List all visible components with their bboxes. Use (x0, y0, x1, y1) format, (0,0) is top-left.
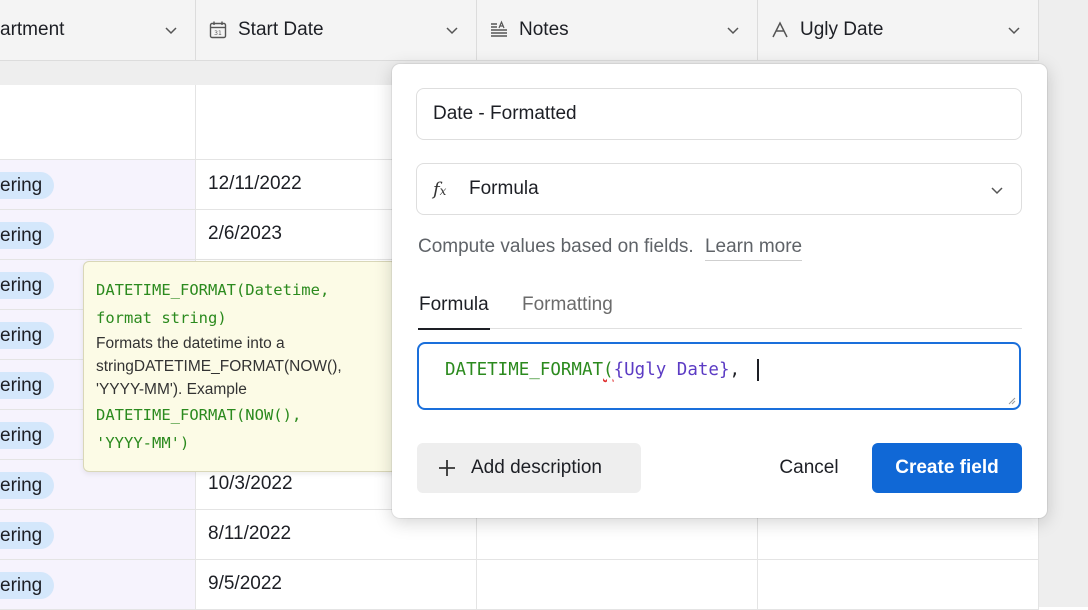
table-cell-department[interactable]: ering (0, 560, 196, 610)
signature-line: DATETIME_FORMAT(Datetime, (96, 281, 330, 299)
start-date-value: 10/3/2022 (208, 473, 293, 494)
formula-fx-icon: fx (433, 178, 447, 200)
helper-description: Compute values based on fields. (418, 236, 694, 257)
description-line: 'YYYY-MM'). Example (96, 381, 247, 398)
department-pill: ering (0, 222, 55, 249)
table-cell-department[interactable]: ering (0, 210, 196, 260)
column-header-label: Start Date (238, 19, 324, 40)
create-field-dialog: fx Formula Compute values based on field… (392, 64, 1047, 518)
start-date-value: 12/11/2022 (208, 173, 302, 194)
description-line: Formats the datetime into a (96, 335, 285, 352)
department-pill: ering (0, 372, 55, 399)
column-header-row: artment 31 Start Date Notes Ugly Date (0, 0, 1088, 61)
start-date-value: 2/6/2023 (208, 223, 282, 244)
text-caret (756, 359, 759, 381)
long-text-icon (489, 20, 509, 40)
function-example: DATETIME_FORMAT(NOW(), 'YYYY-MM') (96, 401, 384, 457)
field-name-input-wrapper (416, 88, 1022, 140)
formula-tabs: Formula Formatting (418, 292, 1022, 330)
table-cell[interactable] (0, 85, 196, 160)
chevron-down-icon[interactable] (444, 22, 460, 38)
column-header-label: Ugly Date (800, 19, 884, 40)
create-field-button[interactable]: Create field (872, 443, 1022, 493)
department-pill: ering (0, 472, 55, 499)
department-pill: ering (0, 572, 55, 599)
department-pill: ering (0, 322, 55, 349)
svg-text:31: 31 (214, 30, 222, 37)
add-description-button[interactable]: Add description (417, 443, 641, 493)
description-line: stringDATETIME_FORMAT(NOW(), (96, 358, 342, 375)
table-cell-ugly-date[interactable] (758, 560, 1039, 610)
column-header-label: artment (0, 19, 65, 40)
start-date-value: 8/11/2022 (208, 523, 292, 544)
column-header-notes[interactable]: Notes (477, 0, 758, 60)
field-name-input[interactable] (417, 89, 1021, 139)
table-cell-notes[interactable] (477, 560, 758, 610)
field-type-label: Formula (469, 178, 539, 199)
formula-paren-token: ( (603, 360, 614, 380)
chevron-down-icon[interactable] (163, 22, 179, 38)
table-cell-start-date[interactable]: 9/5/2022 (196, 560, 477, 610)
column-header-department[interactable]: artment (0, 0, 196, 60)
chevron-down-icon[interactable] (1006, 22, 1022, 38)
formula-field-reference: {Ugly Date} (613, 360, 730, 380)
function-description: Formats the datetime into a stringDATETI… (96, 332, 384, 401)
table-cell-department[interactable]: ering (0, 510, 196, 560)
start-date-value: 9/5/2022 (208, 573, 282, 594)
formula-help-tooltip: DATETIME_FORMAT(Datetime, format string)… (83, 261, 397, 472)
department-pill: ering (0, 172, 55, 199)
resize-handle-icon[interactable] (1008, 397, 1016, 405)
field-type-select[interactable]: fx Formula (416, 163, 1022, 215)
chevron-down-icon[interactable] (725, 22, 741, 38)
plus-icon (439, 460, 455, 476)
tab-formula[interactable]: Formula (418, 294, 490, 330)
example-line: DATETIME_FORMAT(NOW(), (96, 406, 302, 424)
add-description-label: Add description (471, 457, 602, 478)
example-line: 'YYYY-MM') (96, 434, 190, 452)
table-cell-department[interactable]: ering (0, 160, 196, 210)
formula-trailing-text: , (729, 360, 751, 380)
cancel-button[interactable]: Cancel (762, 443, 856, 493)
tab-formatting[interactable]: Formatting (522, 294, 613, 328)
department-pill: ering (0, 272, 55, 299)
column-header-ugly-date[interactable]: Ugly Date (758, 0, 1039, 60)
department-pill: ering (0, 422, 55, 449)
helper-text: Compute values based on fields. Learn mo… (418, 236, 803, 261)
learn-more-link[interactable]: Learn more (704, 236, 803, 261)
column-header-label: Notes (519, 19, 569, 40)
formula-function-token: DATETIME_FORMAT (445, 360, 604, 380)
department-pill: ering (0, 522, 55, 549)
signature-line: format string) (96, 309, 227, 327)
function-signature: DATETIME_FORMAT(Datetime, format string) (96, 276, 384, 332)
formula-editor[interactable]: DATETIME_FORMAT({Ugly Date}, (417, 342, 1021, 410)
column-header-start-date[interactable]: 31 Start Date (196, 0, 477, 60)
calendar-icon: 31 (208, 20, 228, 40)
chevron-down-icon (991, 187, 1003, 195)
text-a-icon (770, 20, 790, 40)
